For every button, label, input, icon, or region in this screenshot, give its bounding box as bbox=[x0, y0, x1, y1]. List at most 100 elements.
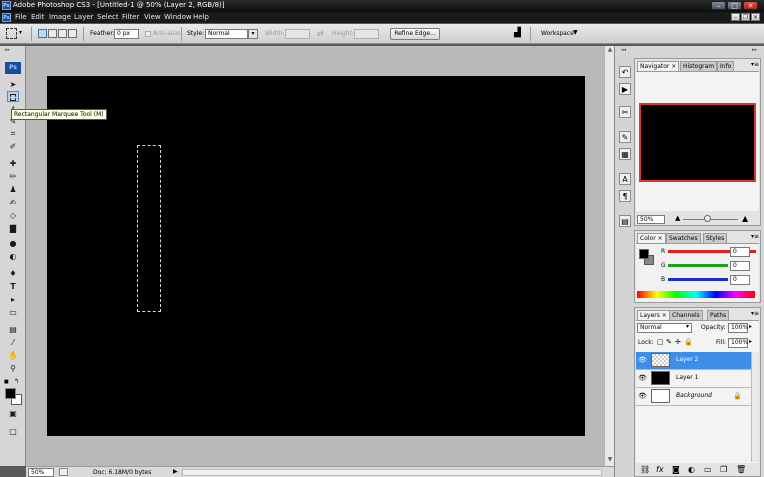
status-info-icon[interactable] bbox=[59, 468, 68, 476]
panel-menu-icon[interactable]: ▾≡ bbox=[751, 233, 759, 240]
default-colors-icon[interactable]: ■ bbox=[4, 379, 10, 385]
close-window-button[interactable]: ✕ bbox=[743, 1, 758, 10]
delete-layer-icon[interactable]: 🗑 bbox=[736, 465, 746, 474]
healing-brush-tool-icon[interactable]: ✚ bbox=[7, 158, 19, 169]
adjustment-layer-icon[interactable]: ◐ bbox=[688, 465, 695, 474]
menu-select[interactable]: Select bbox=[97, 13, 119, 21]
visibility-eye-icon[interactable]: 👁 bbox=[638, 356, 647, 364]
menu-edit[interactable]: Edit bbox=[31, 13, 45, 21]
rectangular-marquee-tool-icon[interactable] bbox=[7, 91, 19, 102]
brushes-panel-icon[interactable]: ✂ bbox=[619, 106, 631, 118]
lock-all-icon[interactable]: 🔒 bbox=[684, 338, 693, 346]
zoom-out-icon[interactable]: ▲ bbox=[675, 214, 680, 222]
maximize-window-button[interactable]: □ bbox=[727, 1, 742, 10]
layer-comps-panel-icon[interactable]: ▦ bbox=[619, 148, 631, 160]
minimize-window-button[interactable]: – bbox=[711, 1, 726, 10]
chevron-down-icon[interactable]: ▾ bbox=[248, 29, 258, 39]
menu-view[interactable]: View bbox=[144, 13, 161, 21]
horizontal-scrollbar[interactable] bbox=[182, 469, 602, 476]
layers-scrollbar[interactable] bbox=[751, 352, 759, 462]
menu-layer[interactable]: Layer bbox=[74, 13, 94, 21]
refine-edge-button[interactable]: Refine Edge... bbox=[390, 28, 440, 40]
blue-value-input[interactable]: 0 bbox=[730, 275, 750, 285]
brush-tool-icon[interactable]: ✏ bbox=[7, 171, 19, 182]
link-layers-icon[interactable]: ⛓ bbox=[640, 465, 650, 474]
photoshop-logo[interactable]: Ps bbox=[5, 62, 21, 74]
zoom-level-field[interactable]: 50% bbox=[28, 468, 54, 477]
blend-mode-select[interactable]: Normal bbox=[637, 323, 692, 333]
navigator-proxy-preview[interactable] bbox=[639, 103, 756, 182]
lock-transparent-icon[interactable]: ▢ bbox=[657, 338, 664, 346]
visibility-eye-icon[interactable]: 👁 bbox=[638, 392, 647, 400]
slice-tool-icon[interactable]: ✐ bbox=[7, 141, 19, 152]
pen-tool-icon[interactable]: ♦ bbox=[7, 268, 19, 279]
tool-presets-panel-icon[interactable]: ✎ bbox=[619, 131, 631, 143]
menu-window[interactable]: Window bbox=[164, 13, 192, 21]
gradient-tool-icon[interactable]: ▇ bbox=[7, 223, 19, 234]
canvas[interactable] bbox=[47, 76, 585, 436]
color-foreground-swatch[interactable] bbox=[639, 249, 649, 259]
doc-close-button[interactable]: ✕ bbox=[751, 13, 760, 21]
doc-minimize-button[interactable]: – bbox=[731, 13, 740, 21]
notes-tool-icon[interactable]: ▤ bbox=[7, 324, 19, 335]
dodge-tool-icon[interactable]: ◐ bbox=[7, 251, 19, 262]
zoom-in-icon[interactable]: ▲ bbox=[742, 214, 748, 223]
screen-mode-icon[interactable]: □ bbox=[7, 426, 19, 437]
feather-input[interactable]: 0 px bbox=[114, 29, 139, 39]
type-tool-icon[interactable]: T bbox=[7, 281, 19, 292]
panel-menu-icon[interactable]: ▾≡ bbox=[751, 310, 759, 317]
fill-input[interactable]: 100% bbox=[728, 338, 748, 348]
paragraph-panel-icon[interactable]: ¶ bbox=[619, 190, 631, 202]
character-panel-icon[interactable]: A bbox=[619, 173, 631, 185]
quick-mask-icon[interactable]: ▣ bbox=[7, 408, 19, 419]
layer-style-icon[interactable]: fx bbox=[656, 465, 664, 474]
menu-help[interactable]: Help bbox=[193, 13, 209, 21]
menu-filter[interactable]: Filter bbox=[122, 13, 139, 21]
blue-slider[interactable] bbox=[668, 278, 728, 281]
add-to-selection-icon[interactable] bbox=[48, 29, 57, 38]
visibility-eye-icon[interactable]: 👁 bbox=[638, 374, 647, 382]
clone-source-panel-icon[interactable]: ▤ bbox=[619, 215, 631, 227]
menu-image[interactable]: Image bbox=[49, 13, 71, 21]
add-mask-icon[interactable]: ◙ bbox=[672, 465, 680, 474]
height-input[interactable] bbox=[354, 29, 379, 39]
swap-icon[interactable]: ⇄ bbox=[317, 29, 324, 38]
navigator-zoom-field[interactable]: 50% bbox=[637, 215, 665, 224]
collapse-panels-icon[interactable]: ▸▸ bbox=[752, 47, 757, 53]
actions-panel-icon[interactable]: ▶ bbox=[619, 83, 631, 95]
style-select[interactable]: Normal bbox=[205, 29, 248, 39]
lock-position-icon[interactable]: ✛ bbox=[675, 338, 681, 346]
tool-preset-picker[interactable] bbox=[6, 28, 17, 39]
eraser-tool-icon[interactable]: ◇ bbox=[7, 210, 19, 221]
opacity-slider-arrow-icon[interactable]: ▸ bbox=[749, 323, 752, 330]
zoom-tool-icon[interactable]: ⚲ bbox=[7, 363, 19, 374]
green-value-input[interactable]: 0 bbox=[730, 261, 750, 271]
status-menu-arrow-icon[interactable]: ▶ bbox=[173, 468, 178, 475]
eyedropper-tool-icon[interactable]: ⁄ bbox=[7, 337, 19, 348]
clone-stamp-tool-icon[interactable]: ♟ bbox=[7, 184, 19, 195]
green-slider[interactable] bbox=[668, 264, 728, 267]
blur-tool-icon[interactable]: ● bbox=[7, 238, 19, 249]
panel-menu-icon[interactable]: ▾≡ bbox=[751, 61, 759, 68]
lock-image-icon[interactable]: ✎ bbox=[666, 338, 672, 346]
history-panel-icon[interactable]: ↶ bbox=[619, 66, 631, 78]
workspace-menu[interactable]: Workspace bbox=[541, 30, 574, 37]
chevron-down-icon[interactable]: ▾ bbox=[686, 323, 689, 330]
crop-tool-icon[interactable]: ⌗ bbox=[7, 128, 19, 139]
doc-restore-button[interactable]: ❐ bbox=[741, 13, 750, 21]
foreground-color-swatch[interactable] bbox=[5, 388, 16, 399]
rectangle-shape-tool-icon[interactable]: ▭ bbox=[7, 307, 19, 318]
menu-file[interactable]: File bbox=[15, 13, 27, 21]
new-group-icon[interactable]: ▭ bbox=[704, 465, 712, 474]
new-selection-icon[interactable] bbox=[38, 29, 47, 38]
bridge-icon[interactable]: ▟ bbox=[514, 28, 521, 38]
path-selection-tool-icon[interactable]: ▸ bbox=[7, 294, 19, 305]
width-input[interactable] bbox=[285, 29, 310, 39]
layer-row[interactable]: 👁 Background 🔒 bbox=[636, 388, 751, 406]
anti-alias-checkbox[interactable] bbox=[145, 31, 151, 37]
opacity-input[interactable]: 100% bbox=[728, 323, 748, 333]
red-value-input[interactable]: 0 bbox=[730, 247, 750, 257]
move-tool-icon[interactable]: ➤ bbox=[7, 79, 19, 90]
chevron-down-icon[interactable]: ▾ bbox=[19, 29, 22, 36]
hand-tool-icon[interactable]: ✋ bbox=[7, 350, 19, 361]
